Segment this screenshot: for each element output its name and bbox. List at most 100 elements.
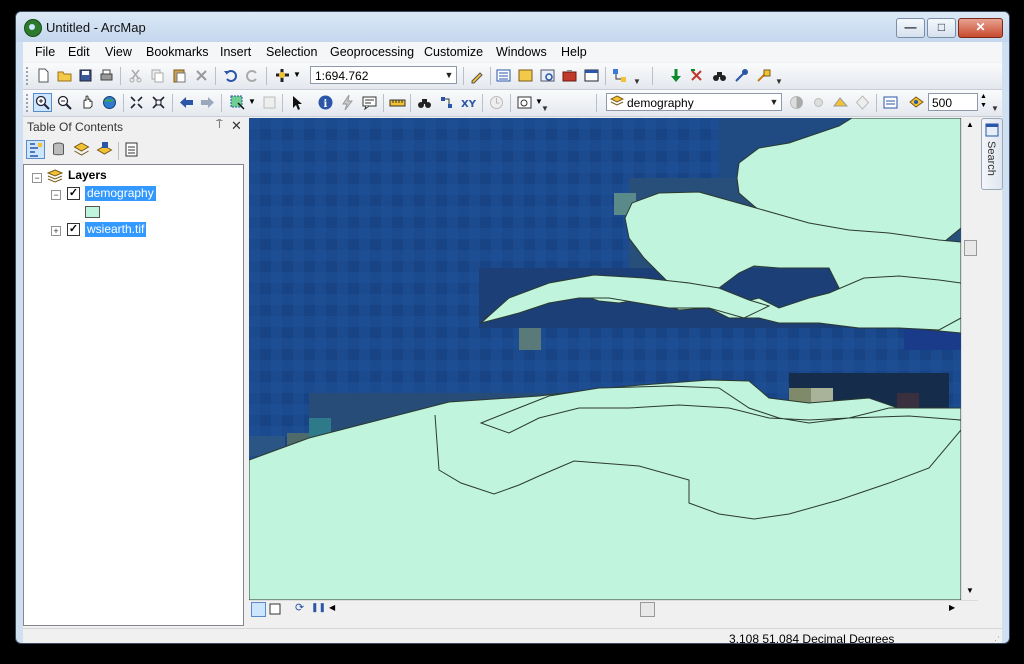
menu-help[interactable]: Help bbox=[561, 45, 587, 59]
scroll-left-icon[interactable]: ◀ bbox=[329, 603, 335, 612]
menu-file[interactable]: File bbox=[35, 45, 55, 59]
data-view-icon[interactable] bbox=[251, 602, 266, 617]
map-display[interactable] bbox=[249, 118, 961, 600]
select-features-icon[interactable] bbox=[229, 94, 246, 111]
list-by-drawing-order-icon[interactable] bbox=[26, 140, 45, 159]
catalog-icon[interactable] bbox=[517, 67, 534, 84]
add-xy-icon[interactable] bbox=[668, 67, 685, 84]
search-window-icon[interactable] bbox=[539, 67, 556, 84]
snap-tolerance-input[interactable]: 500 bbox=[928, 93, 978, 111]
pause-drawing-icon[interactable]: ❚❚ bbox=[311, 602, 326, 613]
layout-view-icon[interactable] bbox=[269, 603, 281, 615]
collapse-demography-icon[interactable]: − bbox=[51, 190, 61, 200]
hyperlink-bolt-icon[interactable] bbox=[339, 94, 356, 111]
menu-edit[interactable]: Edit bbox=[68, 45, 90, 59]
pan-icon[interactable] bbox=[79, 94, 96, 111]
title-bar[interactable]: Untitled - ArcMap — □ ✕ bbox=[16, 12, 1009, 42]
cut-icon[interactable] bbox=[127, 67, 144, 84]
swipe-icon[interactable] bbox=[832, 94, 849, 111]
wsiearth-visibility-checkbox[interactable]: ✓ bbox=[67, 223, 80, 236]
select-elements-icon[interactable] bbox=[289, 94, 306, 111]
copy-icon[interactable] bbox=[149, 67, 166, 84]
hyperlink-icon[interactable] bbox=[755, 67, 772, 84]
options-icon[interactable] bbox=[123, 141, 140, 158]
search-side-tab[interactable]: Search bbox=[981, 118, 1003, 190]
open-folder-icon[interactable] bbox=[56, 67, 73, 84]
find-route-icon[interactable] bbox=[733, 67, 750, 84]
undo-icon[interactable] bbox=[222, 67, 239, 84]
snapping-icon[interactable] bbox=[908, 94, 925, 111]
new-document-icon[interactable] bbox=[35, 67, 52, 84]
close-icon[interactable]: ✕ bbox=[231, 118, 242, 134]
clear-selection-icon[interactable] bbox=[261, 94, 278, 111]
pin-icon[interactable]: ⍑ bbox=[216, 119, 223, 132]
scroll-up-icon[interactable]: ▲ bbox=[966, 120, 974, 129]
map-vertical-scrollbar[interactable]: ▲ ▼ bbox=[961, 118, 979, 600]
toolbar-options-icon[interactable]: ▼ bbox=[541, 104, 549, 113]
fixed-zoom-out-icon[interactable] bbox=[150, 94, 167, 111]
menu-windows[interactable]: Windows bbox=[496, 45, 547, 59]
close-button[interactable]: ✕ bbox=[958, 18, 1003, 38]
maximize-button[interactable]: □ bbox=[927, 18, 956, 38]
menu-view[interactable]: View bbox=[105, 45, 132, 59]
horizontal-scroll-thumb[interactable] bbox=[640, 602, 655, 617]
chevron-down-icon[interactable]: ▼ bbox=[442, 67, 456, 83]
brightness-icon[interactable] bbox=[810, 94, 827, 111]
identify-icon[interactable]: i bbox=[317, 94, 334, 111]
properties-icon[interactable] bbox=[882, 94, 899, 111]
chevron-down-icon[interactable]: ▼ bbox=[767, 94, 781, 110]
find-icon[interactable] bbox=[416, 94, 433, 111]
redo-icon[interactable] bbox=[244, 67, 261, 84]
time-slider-icon[interactable] bbox=[488, 94, 505, 111]
delete-icon[interactable] bbox=[193, 67, 210, 84]
layer-wsiearth-label[interactable]: wsiearth.tif bbox=[85, 222, 147, 237]
list-by-source-icon[interactable] bbox=[50, 141, 67, 158]
map-canvas[interactable] bbox=[249, 118, 961, 600]
scroll-down-icon[interactable]: ▼ bbox=[966, 586, 974, 595]
toolbar-options-icon[interactable]: ▼ bbox=[991, 104, 999, 113]
resize-grip-icon[interactable]: ⋰ bbox=[991, 635, 1000, 643]
binoculars-icon[interactable] bbox=[711, 67, 728, 84]
save-icon[interactable] bbox=[77, 67, 94, 84]
forward-arrow-icon[interactable] bbox=[199, 94, 216, 111]
toolbar-options-icon[interactable]: ▼ bbox=[633, 77, 641, 86]
demography-visibility-checkbox[interactable]: ✓ bbox=[67, 187, 80, 200]
zoom-in-icon[interactable] bbox=[33, 93, 52, 112]
target-layer-combo[interactable]: demography ▼ bbox=[606, 93, 782, 111]
table-of-contents-icon[interactable] bbox=[495, 67, 512, 84]
menu-insert[interactable]: Insert bbox=[220, 45, 251, 59]
menu-bookmarks[interactable]: Bookmarks bbox=[146, 45, 209, 59]
refresh-icon[interactable]: ⟳ bbox=[295, 601, 304, 614]
go-to-xy-icon[interactable]: XY bbox=[460, 94, 477, 111]
toolbar-options-icon[interactable]: ▼ bbox=[775, 77, 783, 86]
fixed-zoom-in-icon[interactable] bbox=[128, 94, 145, 111]
python-window-icon[interactable] bbox=[583, 67, 600, 84]
create-viewer-window-icon[interactable] bbox=[516, 94, 533, 111]
demography-symbol-swatch[interactable] bbox=[85, 206, 100, 218]
arctoolbox-icon[interactable] bbox=[561, 67, 578, 84]
editor-toolbar-icon[interactable] bbox=[469, 67, 486, 84]
expand-wsiearth-icon[interactable]: + bbox=[51, 226, 61, 236]
paste-icon[interactable] bbox=[171, 67, 188, 84]
menu-selection[interactable]: Selection bbox=[266, 45, 317, 59]
menu-geoprocessing[interactable]: Geoprocessing bbox=[330, 45, 414, 59]
minimize-button[interactable]: — bbox=[896, 18, 925, 38]
remove-icon[interactable] bbox=[688, 67, 705, 84]
add-data-icon[interactable] bbox=[274, 67, 291, 84]
layer-demography-label[interactable]: demography bbox=[85, 186, 156, 201]
vertical-scroll-thumb[interactable] bbox=[964, 240, 977, 256]
contrast-icon[interactable] bbox=[788, 94, 805, 111]
measure-icon[interactable] bbox=[389, 94, 406, 111]
model-builder-icon[interactable] bbox=[611, 67, 628, 84]
spinner-icon[interactable]: ▲ ▼ bbox=[980, 92, 987, 110]
html-popup-icon[interactable] bbox=[361, 94, 378, 111]
print-icon[interactable] bbox=[98, 67, 115, 84]
list-by-selection-icon[interactable] bbox=[96, 141, 113, 158]
find-route-icon[interactable] bbox=[438, 94, 455, 111]
full-extent-icon[interactable] bbox=[101, 94, 118, 111]
menu-customize[interactable]: Customize bbox=[424, 45, 483, 59]
list-by-visibility-icon[interactable] bbox=[73, 141, 90, 158]
back-arrow-icon[interactable] bbox=[178, 94, 195, 111]
collapse-layers-icon[interactable]: − bbox=[32, 173, 42, 183]
scroll-right-icon[interactable]: ▶ bbox=[949, 603, 955, 612]
